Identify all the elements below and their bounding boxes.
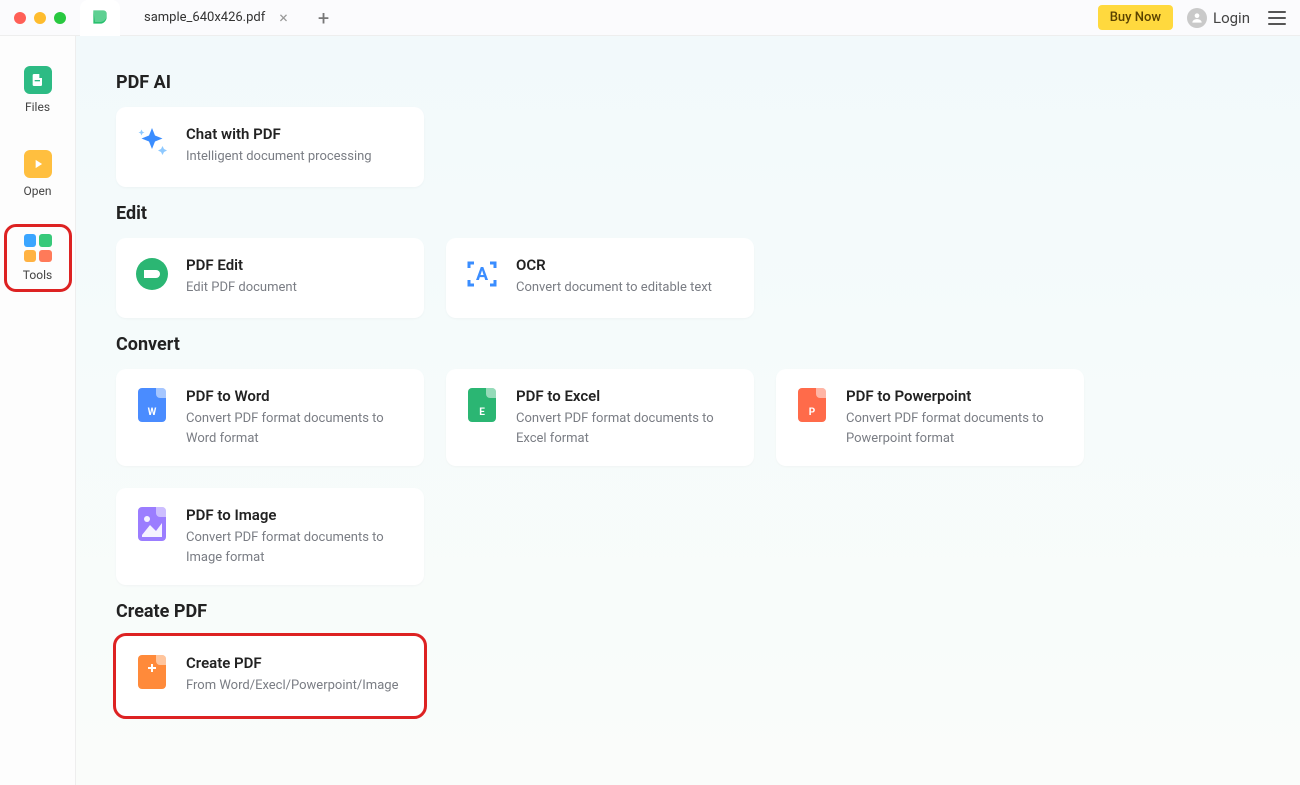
section-title-edit: Edit <box>116 203 1260 224</box>
avatar-icon <box>1187 8 1207 28</box>
login-label: Login <box>1213 9 1250 27</box>
card-chat-with-pdf[interactable]: Chat with PDF Intelligent document proce… <box>116 107 424 187</box>
card-title: PDF to Word <box>186 387 406 405</box>
sidebar-item-label: Open <box>24 184 52 198</box>
card-title: PDF to Image <box>186 506 406 524</box>
tab-document[interactable]: sample_640x426.pdf × <box>130 0 302 36</box>
sidebar-item-label: Tools <box>23 268 52 282</box>
new-tab-button[interactable]: + <box>310 8 337 28</box>
excel-doc-icon: E <box>464 387 500 423</box>
card-desc: Convert document to editable text <box>516 278 712 298</box>
pdf-edit-icon <box>134 256 170 292</box>
word-doc-icon: W <box>134 387 170 423</box>
window-controls <box>14 12 66 24</box>
card-pdf-to-powerpoint[interactable]: P PDF to Powerpoint Convert PDF format d… <box>776 369 1084 466</box>
svg-text:A: A <box>476 264 489 285</box>
tab-label: sample_640x426.pdf <box>144 10 265 25</box>
app-logo-icon <box>90 7 110 27</box>
sidebar-item-open[interactable]: Open <box>8 144 68 204</box>
card-title: Create PDF <box>186 654 398 672</box>
titlebar: sample_640x426.pdf × + Buy Now Login <box>0 0 1300 36</box>
buy-now-button[interactable]: Buy Now <box>1098 5 1173 30</box>
files-icon <box>24 66 52 94</box>
card-desc: Intelligent document processing <box>186 147 372 167</box>
section-title-create: Create PDF <box>116 601 1260 622</box>
login-button[interactable]: Login <box>1187 8 1250 28</box>
section-title-convert: Convert <box>116 334 1260 355</box>
open-icon <box>24 150 52 178</box>
card-desc: Convert PDF format documents to Word for… <box>186 409 406 448</box>
app-logo-tab[interactable] <box>80 0 120 36</box>
card-desc: Convert PDF format documents to Image fo… <box>186 528 406 567</box>
card-title: OCR <box>516 256 712 274</box>
window-close-button[interactable] <box>14 12 26 24</box>
card-desc: Edit PDF document <box>186 278 297 298</box>
window-maximize-button[interactable] <box>54 12 66 24</box>
card-create-pdf[interactable]: Create PDF From Word/Execl/Powerpoint/Im… <box>116 636 424 716</box>
menu-button[interactable] <box>1264 7 1290 29</box>
ocr-icon: A <box>464 256 500 292</box>
window-minimize-button[interactable] <box>34 12 46 24</box>
image-doc-icon <box>134 506 170 542</box>
card-desc: Convert PDF format documents to Powerpoi… <box>846 409 1066 448</box>
sidebar-item-tools[interactable]: Tools <box>8 228 68 288</box>
card-pdf-to-word[interactable]: W PDF to Word Convert PDF format documen… <box>116 369 424 466</box>
card-desc: From Word/Execl/Powerpoint/Image <box>186 676 398 696</box>
sidebar-item-files[interactable]: Files <box>8 60 68 120</box>
tab-close-icon[interactable]: × <box>279 10 288 26</box>
ppt-doc-icon: P <box>794 387 830 423</box>
card-pdf-to-excel[interactable]: E PDF to Excel Convert PDF format docume… <box>446 369 754 466</box>
main-content: PDF AI Chat with PDF Intelligent documen… <box>76 36 1300 785</box>
sidebar: Files Open Tools <box>0 36 76 785</box>
card-pdf-to-image[interactable]: PDF to Image Convert PDF format document… <box>116 488 424 585</box>
card-ocr[interactable]: A OCR Convert document to editable text <box>446 238 754 318</box>
card-title: PDF to Excel <box>516 387 736 405</box>
chat-ai-icon <box>134 125 170 161</box>
tools-icon <box>24 234 52 262</box>
card-title: PDF to Powerpoint <box>846 387 1066 405</box>
card-desc: Convert PDF format documents to Excel fo… <box>516 409 736 448</box>
card-pdf-edit[interactable]: PDF Edit Edit PDF document <box>116 238 424 318</box>
card-title: PDF Edit <box>186 256 297 274</box>
card-title: Chat with PDF <box>186 125 372 143</box>
sidebar-item-label: Files <box>25 100 50 114</box>
section-title-pdfai: PDF AI <box>116 72 1260 93</box>
create-pdf-icon <box>134 654 170 690</box>
